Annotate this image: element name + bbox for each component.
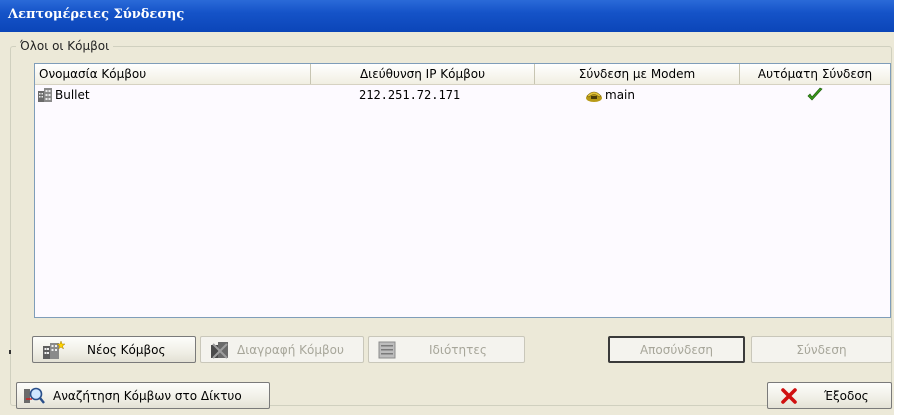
new-node-label: Νέος Κόμβος	[87, 342, 166, 357]
check-icon	[807, 86, 823, 104]
list-header: Ονομασία Κόμβου Διεύθυνση IP Κόμβου Σύνδ…	[35, 64, 890, 85]
disconnect-label: Αποσύνδεση	[639, 342, 714, 357]
red-x-icon	[780, 387, 798, 405]
search-network-button[interactable]: Αναζήτηση Κόμβων στο Δίκτυο	[16, 382, 270, 409]
column-header-auto[interactable]: Αυτόματη Σύνδεση	[740, 64, 890, 84]
phone-modem-icon	[585, 86, 603, 104]
node-ip: 212.251.72.171	[359, 88, 461, 102]
exit-button[interactable]: Έξοδος	[767, 382, 892, 409]
search-network-icon	[23, 386, 45, 406]
nodes-list[interactable]: Ονομασία Κόμβου Διεύθυνση IP Κόμβου Σύνδ…	[34, 63, 891, 318]
connect-label: Σύνδεση	[796, 342, 847, 357]
building-icon	[37, 86, 53, 104]
exit-label: Έξοδος	[824, 388, 869, 403]
table-row[interactable]: Bullet 212.251.72.171 main	[35, 86, 890, 104]
column-header-name[interactable]: Ονομασία Κόμβου	[35, 64, 311, 84]
properties-button[interactable]: Ιδιότητες	[368, 336, 525, 363]
node-name: Bullet	[55, 88, 90, 102]
properties-label: Ιδιότητες	[429, 342, 487, 357]
properties-icon	[377, 340, 397, 360]
node-modem: main	[605, 88, 635, 102]
column-header-ip[interactable]: Διεύθυνση IP Κόμβου	[311, 64, 535, 84]
disconnect-button[interactable]: Αποσύνδεση	[608, 336, 745, 363]
new-node-button[interactable]: Νέος Κόμβος	[32, 336, 196, 363]
window-title: Λεπτομέρειες Σύνδεσης	[0, 0, 894, 32]
new-building-icon	[41, 339, 66, 360]
divider-mark	[9, 350, 11, 354]
search-network-label: Αναζήτηση Κόμβων στο Δίκτυο	[53, 388, 242, 403]
column-header-modem[interactable]: Σύνδεση με Modem	[535, 64, 740, 84]
delete-building-icon	[209, 340, 231, 360]
connect-button[interactable]: Σύνδεση	[751, 336, 892, 363]
delete-node-button[interactable]: Διαγραφή Κόμβου	[200, 336, 364, 363]
delete-node-label: Διαγραφή Κόμβου	[237, 342, 344, 357]
group-label: Όλοι οι Κόμβοι	[16, 38, 114, 54]
right-edge	[894, 0, 906, 415]
